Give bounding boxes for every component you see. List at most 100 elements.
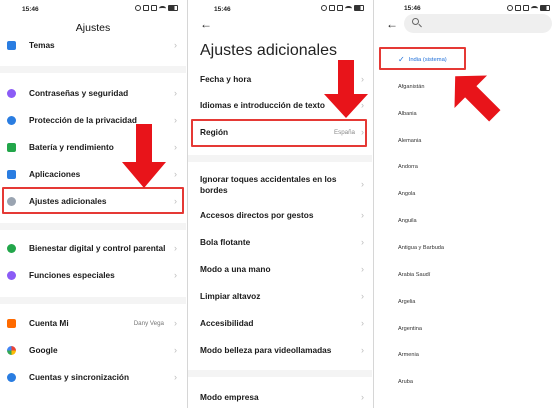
settings-item-mi-account[interactable]: Cuenta Mi Dany Vega ›	[0, 311, 186, 335]
item-label: Ignorar toques accidentales en los borde…	[200, 174, 337, 195]
sim-icon	[523, 5, 529, 11]
chevron-right-icon: ›	[361, 237, 364, 247]
item-clean-speaker[interactable]: Limpiar altavoz ›	[188, 285, 372, 307]
item-label: Idiomas e introducción de texto	[200, 99, 325, 110]
sim-icon	[151, 5, 157, 11]
wellbeing-icon	[7, 243, 16, 253]
chevron-right-icon: ›	[174, 318, 177, 328]
item-beauty-mode[interactable]: Modo belleza para videollamadas ›	[188, 339, 372, 361]
special-features-icon	[7, 270, 16, 280]
back-arrow-icon[interactable]: ←	[200, 17, 212, 31]
divider	[0, 223, 186, 230]
themes-icon	[7, 40, 16, 50]
item-label: Aplicaciones	[29, 169, 81, 179]
chevron-right-icon: ›	[174, 88, 177, 98]
list-item[interactable]: Anguila	[398, 218, 417, 224]
settings-item-special[interactable]: Funciones especiales ›	[0, 263, 186, 287]
additional-settings-panel: 15:46 ← Ajustes adicionales Fecha y hora…	[187, 0, 372, 408]
accounts-icon	[7, 372, 16, 382]
chevron-right-icon: ›	[174, 169, 177, 179]
list-item[interactable]: Alemania	[398, 138, 421, 144]
bluetooth-icon	[507, 5, 513, 11]
highlight-box	[2, 187, 184, 214]
bluetooth-icon	[321, 5, 327, 11]
item-label: Fecha y hora	[200, 73, 252, 84]
chevron-right-icon: ›	[174, 345, 177, 355]
status-time: 15:46	[404, 5, 421, 12]
item-label: Modo a una mano	[200, 263, 271, 274]
chevron-right-icon: ›	[174, 142, 177, 152]
item-label: Contraseñas y seguridad	[29, 88, 129, 98]
item-gesture-shortcuts[interactable]: Accesos directos por gestos ›	[188, 204, 372, 226]
item-label: Protección de la privacidad	[29, 115, 137, 125]
notification-icon	[515, 5, 521, 11]
item-enterprise-mode[interactable]: Modo empresa ›	[188, 386, 372, 408]
item-label: Batería y rendimiento	[29, 142, 114, 152]
sim-icon	[337, 5, 343, 11]
list-item[interactable]: Angola	[398, 191, 415, 197]
red-arrow-down	[122, 124, 166, 188]
item-ignore-touches[interactable]: Ignorar toques accidentales en los borde…	[188, 172, 372, 196]
google-icon	[7, 345, 16, 355]
list-item[interactable]: Arabia Saudí	[398, 272, 430, 278]
divider	[188, 370, 372, 377]
list-item[interactable]: Albania	[398, 111, 417, 117]
chevron-right-icon: ›	[361, 210, 364, 220]
wifi-icon	[531, 5, 538, 11]
chevron-right-icon: ›	[174, 270, 177, 280]
status-icons	[507, 5, 550, 11]
settings-item-passwords[interactable]: Contraseñas y seguridad ›	[0, 81, 186, 105]
battery-icon	[168, 5, 178, 11]
item-floating-ball[interactable]: Bola flotante ›	[188, 231, 372, 253]
list-item[interactable]: Afganistán	[398, 84, 424, 90]
settings-item-accounts[interactable]: Cuentas y sincronización ›	[0, 365, 186, 389]
search-input[interactable]	[424, 16, 544, 31]
apps-icon	[7, 169, 16, 179]
status-icons	[135, 5, 178, 11]
list-item[interactable]: Aruba	[398, 379, 413, 385]
list-item[interactable]: Argentina	[398, 326, 422, 332]
list-item[interactable]: Antigua y Barbuda	[398, 245, 444, 251]
wifi-icon	[159, 5, 166, 11]
settings-item-wellbeing[interactable]: Bienestar digital y control parental ›	[0, 236, 186, 260]
list-item[interactable]: Armenia	[398, 352, 419, 358]
item-accessibility[interactable]: Accesibilidad ›	[188, 312, 372, 334]
highlight-box	[379, 47, 466, 70]
lock-icon	[7, 88, 16, 98]
battery-icon	[354, 5, 364, 11]
divider	[188, 155, 372, 162]
item-label: Google	[29, 345, 58, 355]
battery-settings-icon	[7, 142, 16, 152]
item-label: Bienestar digital y control parental	[29, 243, 166, 253]
search-bar[interactable]	[404, 14, 552, 33]
region-list-panel: 15:46 ← ✓ India (sistema) Afganistán Alb…	[373, 0, 558, 408]
item-label: Bola flotante	[200, 236, 251, 247]
notification-icon	[143, 5, 149, 11]
list-item[interactable]: Andorra	[398, 164, 418, 170]
chevron-right-icon: ›	[174, 115, 177, 125]
privacy-icon	[7, 115, 16, 125]
notification-icon	[329, 5, 335, 11]
red-arrow-up-left	[454, 75, 501, 122]
highlight-box	[191, 119, 367, 147]
item-label: Funciones especiales	[29, 270, 115, 280]
settings-item-google[interactable]: Google ›	[0, 338, 186, 362]
chevron-right-icon: ›	[361, 264, 364, 274]
item-label: Temas	[29, 40, 55, 50]
item-label: Modo empresa	[200, 391, 259, 402]
status-bar: 15:46	[188, 0, 372, 16]
account-name: Dany Vega	[133, 319, 164, 327]
chevron-right-icon: ›	[174, 372, 177, 382]
divider	[0, 297, 186, 304]
wifi-icon	[345, 5, 352, 11]
chevron-right-icon: ›	[361, 392, 364, 402]
settings-item-temas[interactable]: Temas ›	[0, 33, 186, 57]
chevron-right-icon: ›	[361, 345, 364, 355]
list-item[interactable]: Argelia	[398, 299, 415, 305]
item-label: Accesibilidad	[200, 317, 254, 328]
item-one-hand[interactable]: Modo a una mano ›	[188, 258, 372, 280]
mi-logo-icon	[7, 318, 16, 328]
red-arrow-down	[324, 60, 368, 118]
back-arrow-icon[interactable]: ←	[386, 17, 398, 31]
status-bar: 15:46	[0, 0, 186, 16]
